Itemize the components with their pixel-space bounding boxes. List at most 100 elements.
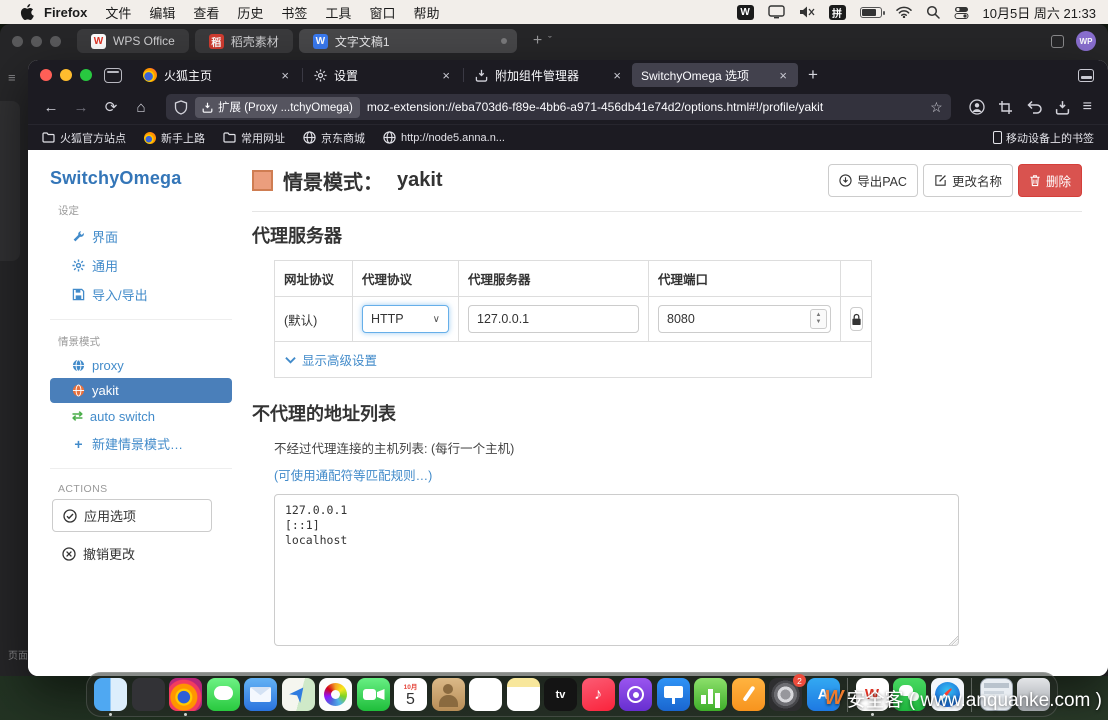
app-menu-icon[interactable]: ≡ [1083,98,1092,116]
bypass-list-textarea[interactable]: 127.0.0.1 [::1] localhost [274,494,959,646]
dock-launchpad[interactable] [132,678,165,711]
extension-permission-badge[interactable]: 扩展 (Proxy ...tchyOmega) [195,97,360,118]
dock-messages[interactable] [207,678,240,711]
input-source-icon[interactable]: 拼 [829,5,846,20]
back-button[interactable]: ← [38,99,64,116]
apply-options-button[interactable]: 应用选项 [52,499,212,532]
dock-photos[interactable] [319,678,352,711]
zoom-window-button[interactable] [80,69,92,81]
active-app-name[interactable]: Firefox [44,5,87,20]
menu-edit[interactable]: 编辑 [149,3,175,22]
sidebar-item-interface[interactable]: 界面 [50,222,232,251]
dock-finder[interactable] [94,678,127,711]
wps-tab-home[interactable]: W WPS Office [77,29,189,53]
dock-maps[interactable] [282,678,315,711]
control-center-icon[interactable] [954,6,969,19]
battery-icon[interactable] [860,7,882,18]
shield-icon[interactable] [174,100,188,115]
dock-firefox[interactable] [169,678,202,711]
tab-addons-manager[interactable]: 附加组件管理器 × [466,63,632,87]
sidebar-profile-yakit[interactable]: yakit [50,378,232,403]
sidebar-new-profile[interactable]: + 新建情景模式… [50,429,232,458]
display-status-icon[interactable] [768,5,785,19]
wps-tab-docer[interactable]: 稻 稻壳素材 [195,29,293,53]
url-text[interactable]: moz-extension://eba703d6-f89e-4bb6-a971-… [367,100,923,114]
wps-tab-document[interactable]: W 文字文稿1 [299,29,517,53]
close-window-button[interactable] [40,69,52,81]
wps-tab-list-caret[interactable]: ˇ [548,35,552,47]
protocol-select[interactable]: HTTP ∨ [362,305,449,333]
tab-close-icon[interactable]: × [611,68,623,83]
port-stepper[interactable]: ▲▼ [810,309,827,329]
menu-view[interactable]: 查看 [193,3,219,22]
url-bar[interactable]: 扩展 (Proxy ...tchyOmega) moz-extension://… [166,94,951,120]
bookmark-getting-started[interactable]: 新手上路 [144,130,205,146]
dock-system-settings[interactable]: 2 [769,678,802,711]
dock-contacts[interactable] [432,678,465,711]
list-all-tabs-icon[interactable] [1078,69,1094,82]
bookmark-node5[interactable]: http://node5.anna.n... [383,131,505,144]
home-button[interactable]: ⌂ [128,99,154,116]
spotlight-search-icon[interactable] [926,5,940,19]
wps-status-icon[interactable]: W [737,5,754,20]
dock-appletv[interactable]: tv [544,678,577,711]
tab-settings[interactable]: 设置 × [305,63,461,87]
wifi-icon[interactable] [896,6,912,18]
wps-close-button[interactable] [12,36,23,47]
sidebar-profile-auto-switch[interactable]: ⇄ auto switch [50,403,232,429]
proxy-server-input[interactable] [468,305,639,333]
profile-color-swatch[interactable] [252,170,273,191]
extensions-icon[interactable] [1055,100,1070,115]
menu-bookmarks[interactable]: 书签 [281,3,307,22]
menu-file[interactable]: 文件 [105,3,131,22]
wildcard-rules-link[interactable]: (可使用通配符等匹配规则…) [274,465,1082,484]
dock-calendar[interactable]: 10月 5 [394,678,427,711]
wps-menu-icon[interactable]: ≡ [8,70,28,85]
dock-pages[interactable] [732,678,765,711]
wps-account-avatar[interactable]: WP [1076,31,1096,51]
wps-restore-icon[interactable] [1051,35,1064,48]
dock-facetime[interactable] [357,678,390,711]
bookmark-folder-common-sites[interactable]: 常用网址 [223,130,285,146]
undo-arrow-icon[interactable] [1026,100,1042,114]
firefox-view-icon[interactable] [104,68,122,83]
revert-changes-button[interactable]: 撤销更改 [50,540,232,567]
proxy-port-input[interactable] [658,305,831,333]
mobile-bookmarks[interactable]: 移动设备上的书签 [993,130,1094,146]
show-advanced-link[interactable]: 显示高级设置 [275,342,871,377]
menu-window[interactable]: 窗口 [369,3,395,22]
sidebar-item-import-export[interactable]: 导入/导出 [50,280,232,309]
new-tab-button[interactable]: + [798,65,828,85]
apple-menu-icon[interactable] [20,4,34,20]
export-pac-button[interactable]: 导出PAC [828,164,918,197]
dock-keynote[interactable] [657,678,690,711]
wps-new-tab-button[interactable]: + [533,32,542,50]
account-icon[interactable] [969,99,985,115]
tab-firefox-home[interactable]: 火狐主页 × [134,63,300,87]
reload-button[interactable]: ⟳ [98,98,124,116]
wps-minimize-button[interactable] [31,36,42,47]
dock-podcasts[interactable] [619,678,652,711]
wps-zoom-button[interactable] [50,36,61,47]
dock-numbers[interactable] [694,678,727,711]
sidebar-profile-proxy[interactable]: proxy [50,353,232,378]
minimize-window-button[interactable] [60,69,72,81]
bookmark-folder-firefox-official[interactable]: 火狐官方站点 [42,130,126,146]
dock-music[interactable]: ♪ [582,678,615,711]
bookmark-jd[interactable]: 京东商城 [303,130,365,146]
dock-mail[interactable] [244,678,277,711]
menu-bar-clock[interactable]: 10月5日 周六 21:33 [983,3,1096,22]
tab-switchyomega-options[interactable]: SwitchyOmega 选项 × [632,63,798,87]
tab-close-icon[interactable]: × [440,68,452,83]
menu-history[interactable]: 历史 [237,3,263,22]
tab-close-icon[interactable]: × [777,68,789,83]
sidebar-item-general[interactable]: 通用 [50,251,232,280]
mute-status-icon[interactable] [799,5,815,19]
forward-button[interactable]: → [68,99,94,116]
bookmark-star-icon[interactable]: ☆ [930,99,943,116]
screenshot-crop-icon[interactable] [998,100,1013,115]
tab-close-icon[interactable]: × [279,68,291,83]
rename-button[interactable]: 更改名称 [923,164,1013,197]
auth-lock-button[interactable] [850,307,863,331]
menu-help[interactable]: 帮助 [413,3,439,22]
